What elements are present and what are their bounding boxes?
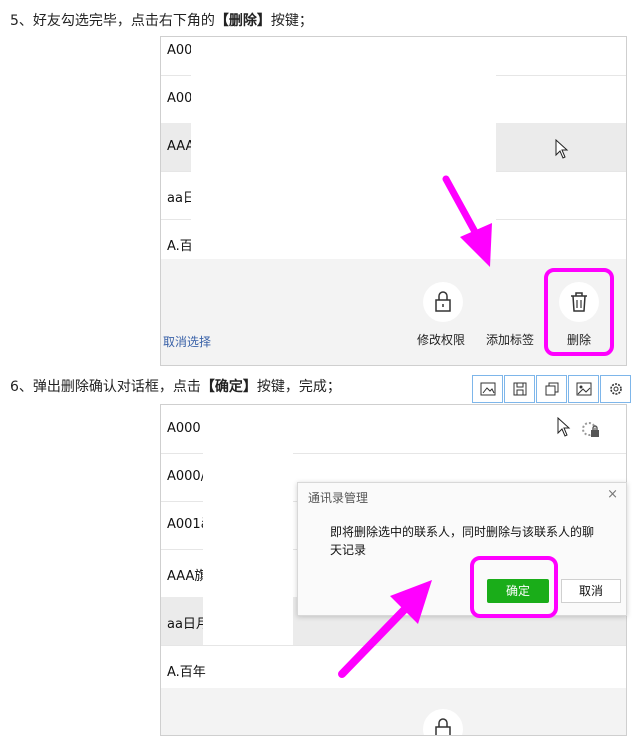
cursor-pointer-icon [557, 417, 571, 437]
image-icon [576, 382, 591, 396]
settings-button[interactable] [600, 375, 631, 403]
lock-icon [435, 718, 451, 735]
step-5-instruction: 5、好友勾选完毕，点击右下角的【删除】按键； [10, 10, 313, 30]
pointer-arrow-icon [442, 175, 492, 267]
step-6-instruction: 6、弹出删除确认对话框，点击【确定】按键，完成； [10, 376, 341, 396]
cancel-button[interactable]: 取消 [561, 579, 621, 603]
privacy-mask [203, 405, 453, 453]
dialog-title: 通讯录管理 [308, 491, 369, 505]
delete-highlight-frame [544, 268, 614, 356]
loading-lock-icon [582, 422, 599, 437]
confirm-highlight-frame [470, 556, 558, 618]
bulk-action-bar [161, 688, 626, 735]
step-6-keyword: 【确定】 [200, 379, 257, 395]
step-6-text: 弹出删除确认对话框，点击 [32, 379, 201, 395]
pointer-arrow-icon [338, 580, 432, 678]
permissions-button[interactable] [423, 282, 463, 322]
step-5-keyword: 【删除】 [214, 13, 271, 29]
permissions-button[interactable] [423, 709, 463, 735]
step-6-suffix: 按键，完成； [256, 379, 341, 395]
copy-icon [545, 382, 558, 396]
close-icon[interactable]: × [607, 487, 618, 502]
cursor-pointer-icon [555, 139, 569, 159]
step-6-number: 6、 [10, 379, 33, 395]
copy-button[interactable] [536, 375, 567, 403]
permissions-label: 修改权限 [417, 333, 466, 347]
image-edit-button[interactable] [472, 375, 503, 403]
step-5-number: 5、 [10, 13, 33, 29]
cancel-selection-link[interactable]: 取消选择 [163, 333, 211, 350]
step-5-text: 好友勾选完毕，点击右下角的 [32, 13, 215, 29]
add-tag-label[interactable]: 添加标签 [486, 331, 534, 348]
step-5-suffix: 按键； [270, 13, 313, 29]
save-icon [513, 382, 526, 396]
gear-icon [609, 383, 622, 395]
dialog-message: 即将删除选中的联系人，同时删除与该联系人的聊天记录 [330, 525, 595, 557]
image-toolbar [472, 375, 632, 403]
save-button[interactable] [504, 375, 535, 403]
image-crop-button[interactable] [568, 375, 599, 403]
image-edit-icon [480, 382, 495, 396]
lock-icon [435, 291, 451, 312]
